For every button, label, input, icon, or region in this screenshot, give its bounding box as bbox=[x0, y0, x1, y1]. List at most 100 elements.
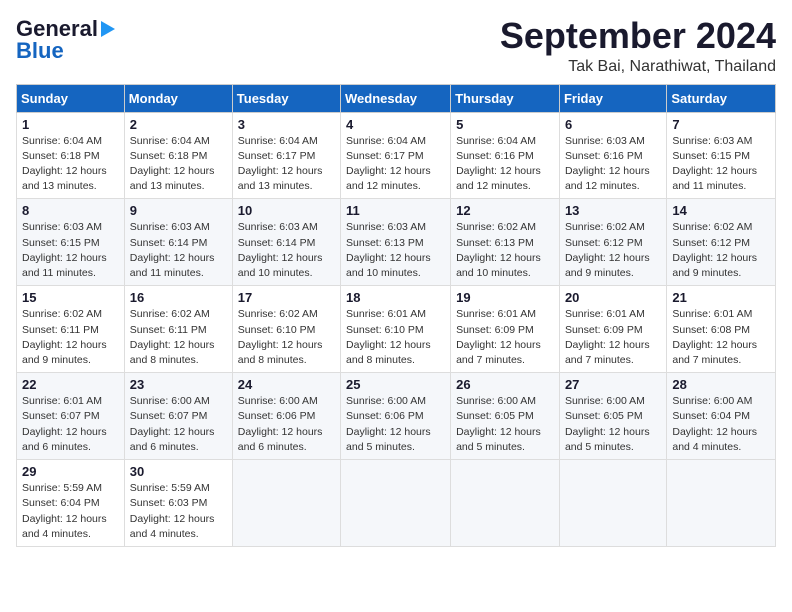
day-number: 1 bbox=[22, 117, 119, 132]
empty-cell bbox=[232, 460, 340, 547]
day-number: 23 bbox=[130, 377, 227, 392]
calendar-table: Sunday Monday Tuesday Wednesday Thursday… bbox=[16, 84, 776, 547]
day-number: 14 bbox=[672, 203, 770, 218]
calendar-week-row: 15 Sunrise: 6:02 AM Sunset: 6:11 PM Dayl… bbox=[17, 286, 776, 373]
day-number: 10 bbox=[238, 203, 335, 218]
col-thursday: Thursday bbox=[451, 84, 560, 112]
day-info: Sunrise: 6:00 AM Sunset: 6:05 PM Dayligh… bbox=[565, 394, 661, 455]
calendar-day-cell: 18 Sunrise: 6:01 AM Sunset: 6:10 PM Dayl… bbox=[341, 286, 451, 373]
empty-cell bbox=[667, 460, 776, 547]
day-info: Sunrise: 6:04 AM Sunset: 6:18 PM Dayligh… bbox=[22, 134, 119, 195]
calendar-day-cell: 22 Sunrise: 6:01 AM Sunset: 6:07 PM Dayl… bbox=[17, 373, 125, 460]
page-header: General Blue September 2024 Tak Bai, Nar… bbox=[16, 16, 776, 76]
calendar-day-cell: 1 Sunrise: 6:04 AM Sunset: 6:18 PM Dayli… bbox=[17, 112, 125, 199]
day-number: 25 bbox=[346, 377, 445, 392]
day-info: Sunrise: 6:03 AM Sunset: 6:16 PM Dayligh… bbox=[565, 134, 661, 195]
col-sunday: Sunday bbox=[17, 84, 125, 112]
empty-cell bbox=[341, 460, 451, 547]
day-number: 29 bbox=[22, 464, 119, 479]
day-info: Sunrise: 6:03 AM Sunset: 6:13 PM Dayligh… bbox=[346, 220, 445, 281]
calendar-day-cell: 10 Sunrise: 6:03 AM Sunset: 6:14 PM Dayl… bbox=[232, 199, 340, 286]
col-tuesday: Tuesday bbox=[232, 84, 340, 112]
day-number: 13 bbox=[565, 203, 661, 218]
day-info: Sunrise: 6:04 AM Sunset: 6:16 PM Dayligh… bbox=[456, 134, 554, 195]
day-info: Sunrise: 5:59 AM Sunset: 6:04 PM Dayligh… bbox=[22, 481, 119, 542]
day-info: Sunrise: 6:01 AM Sunset: 6:09 PM Dayligh… bbox=[456, 307, 554, 368]
col-friday: Friday bbox=[559, 84, 666, 112]
calendar-day-cell: 25 Sunrise: 6:00 AM Sunset: 6:06 PM Dayl… bbox=[341, 373, 451, 460]
day-number: 5 bbox=[456, 117, 554, 132]
day-info: Sunrise: 6:01 AM Sunset: 6:08 PM Dayligh… bbox=[672, 307, 770, 368]
day-number: 11 bbox=[346, 203, 445, 218]
calendar-day-cell: 26 Sunrise: 6:00 AM Sunset: 6:05 PM Dayl… bbox=[451, 373, 560, 460]
calendar-day-cell: 20 Sunrise: 6:01 AM Sunset: 6:09 PM Dayl… bbox=[559, 286, 666, 373]
calendar-day-cell: 7 Sunrise: 6:03 AM Sunset: 6:15 PM Dayli… bbox=[667, 112, 776, 199]
calendar-day-cell: 2 Sunrise: 6:04 AM Sunset: 6:18 PM Dayli… bbox=[124, 112, 232, 199]
title-area: September 2024 Tak Bai, Narathiwat, Thai… bbox=[500, 16, 776, 76]
day-number: 2 bbox=[130, 117, 227, 132]
empty-cell bbox=[559, 460, 666, 547]
day-info: Sunrise: 5:59 AM Sunset: 6:03 PM Dayligh… bbox=[130, 481, 227, 542]
day-number: 15 bbox=[22, 290, 119, 305]
location-subtitle: Tak Bai, Narathiwat, Thailand bbox=[500, 58, 776, 76]
day-info: Sunrise: 6:03 AM Sunset: 6:14 PM Dayligh… bbox=[238, 220, 335, 281]
day-info: Sunrise: 6:02 AM Sunset: 6:13 PM Dayligh… bbox=[456, 220, 554, 281]
day-info: Sunrise: 6:02 AM Sunset: 6:10 PM Dayligh… bbox=[238, 307, 335, 368]
day-info: Sunrise: 6:01 AM Sunset: 6:10 PM Dayligh… bbox=[346, 307, 445, 368]
logo-arrow-icon bbox=[101, 21, 115, 37]
day-number: 9 bbox=[130, 203, 227, 218]
calendar-day-cell: 9 Sunrise: 6:03 AM Sunset: 6:14 PM Dayli… bbox=[124, 199, 232, 286]
calendar-day-cell: 3 Sunrise: 6:04 AM Sunset: 6:17 PM Dayli… bbox=[232, 112, 340, 199]
day-number: 12 bbox=[456, 203, 554, 218]
day-info: Sunrise: 6:01 AM Sunset: 6:09 PM Dayligh… bbox=[565, 307, 661, 368]
col-monday: Monday bbox=[124, 84, 232, 112]
calendar-day-cell: 17 Sunrise: 6:02 AM Sunset: 6:10 PM Dayl… bbox=[232, 286, 340, 373]
day-number: 24 bbox=[238, 377, 335, 392]
calendar-day-cell: 28 Sunrise: 6:00 AM Sunset: 6:04 PM Dayl… bbox=[667, 373, 776, 460]
calendar-day-cell: 24 Sunrise: 6:00 AM Sunset: 6:06 PM Dayl… bbox=[232, 373, 340, 460]
calendar-header-row: Sunday Monday Tuesday Wednesday Thursday… bbox=[17, 84, 776, 112]
calendar-day-cell: 13 Sunrise: 6:02 AM Sunset: 6:12 PM Dayl… bbox=[559, 199, 666, 286]
day-number: 6 bbox=[565, 117, 661, 132]
day-number: 27 bbox=[565, 377, 661, 392]
day-number: 4 bbox=[346, 117, 445, 132]
day-info: Sunrise: 6:00 AM Sunset: 6:06 PM Dayligh… bbox=[238, 394, 335, 455]
day-number: 17 bbox=[238, 290, 335, 305]
day-info: Sunrise: 6:00 AM Sunset: 6:07 PM Dayligh… bbox=[130, 394, 227, 455]
calendar-day-cell: 8 Sunrise: 6:03 AM Sunset: 6:15 PM Dayli… bbox=[17, 199, 125, 286]
day-number: 8 bbox=[22, 203, 119, 218]
day-number: 21 bbox=[672, 290, 770, 305]
day-info: Sunrise: 6:02 AM Sunset: 6:12 PM Dayligh… bbox=[672, 220, 770, 281]
col-saturday: Saturday bbox=[667, 84, 776, 112]
day-info: Sunrise: 6:03 AM Sunset: 6:14 PM Dayligh… bbox=[130, 220, 227, 281]
day-info: Sunrise: 6:04 AM Sunset: 6:17 PM Dayligh… bbox=[238, 134, 335, 195]
calendar-day-cell: 6 Sunrise: 6:03 AM Sunset: 6:16 PM Dayli… bbox=[559, 112, 666, 199]
calendar-day-cell: 23 Sunrise: 6:00 AM Sunset: 6:07 PM Dayl… bbox=[124, 373, 232, 460]
day-info: Sunrise: 6:01 AM Sunset: 6:07 PM Dayligh… bbox=[22, 394, 119, 455]
day-info: Sunrise: 6:02 AM Sunset: 6:11 PM Dayligh… bbox=[130, 307, 227, 368]
col-wednesday: Wednesday bbox=[341, 84, 451, 112]
calendar-day-cell: 15 Sunrise: 6:02 AM Sunset: 6:11 PM Dayl… bbox=[17, 286, 125, 373]
calendar-day-cell: 21 Sunrise: 6:01 AM Sunset: 6:08 PM Dayl… bbox=[667, 286, 776, 373]
calendar-day-cell: 19 Sunrise: 6:01 AM Sunset: 6:09 PM Dayl… bbox=[451, 286, 560, 373]
day-number: 16 bbox=[130, 290, 227, 305]
day-number: 26 bbox=[456, 377, 554, 392]
day-number: 22 bbox=[22, 377, 119, 392]
day-info: Sunrise: 6:00 AM Sunset: 6:06 PM Dayligh… bbox=[346, 394, 445, 455]
day-number: 28 bbox=[672, 377, 770, 392]
logo-blue: Blue bbox=[16, 38, 64, 64]
calendar-week-row: 1 Sunrise: 6:04 AM Sunset: 6:18 PM Dayli… bbox=[17, 112, 776, 199]
calendar-day-cell: 16 Sunrise: 6:02 AM Sunset: 6:11 PM Dayl… bbox=[124, 286, 232, 373]
day-number: 19 bbox=[456, 290, 554, 305]
calendar-week-row: 29 Sunrise: 5:59 AM Sunset: 6:04 PM Dayl… bbox=[17, 460, 776, 547]
day-info: Sunrise: 6:00 AM Sunset: 6:04 PM Dayligh… bbox=[672, 394, 770, 455]
calendar-day-cell: 5 Sunrise: 6:04 AM Sunset: 6:16 PM Dayli… bbox=[451, 112, 560, 199]
month-title: September 2024 bbox=[500, 16, 776, 56]
day-number: 3 bbox=[238, 117, 335, 132]
calendar-week-row: 8 Sunrise: 6:03 AM Sunset: 6:15 PM Dayli… bbox=[17, 199, 776, 286]
calendar-day-cell: 30 Sunrise: 5:59 AM Sunset: 6:03 PM Dayl… bbox=[124, 460, 232, 547]
day-info: Sunrise: 6:03 AM Sunset: 6:15 PM Dayligh… bbox=[22, 220, 119, 281]
calendar-week-row: 22 Sunrise: 6:01 AM Sunset: 6:07 PM Dayl… bbox=[17, 373, 776, 460]
day-info: Sunrise: 6:02 AM Sunset: 6:11 PM Dayligh… bbox=[22, 307, 119, 368]
calendar-day-cell: 27 Sunrise: 6:00 AM Sunset: 6:05 PM Dayl… bbox=[559, 373, 666, 460]
